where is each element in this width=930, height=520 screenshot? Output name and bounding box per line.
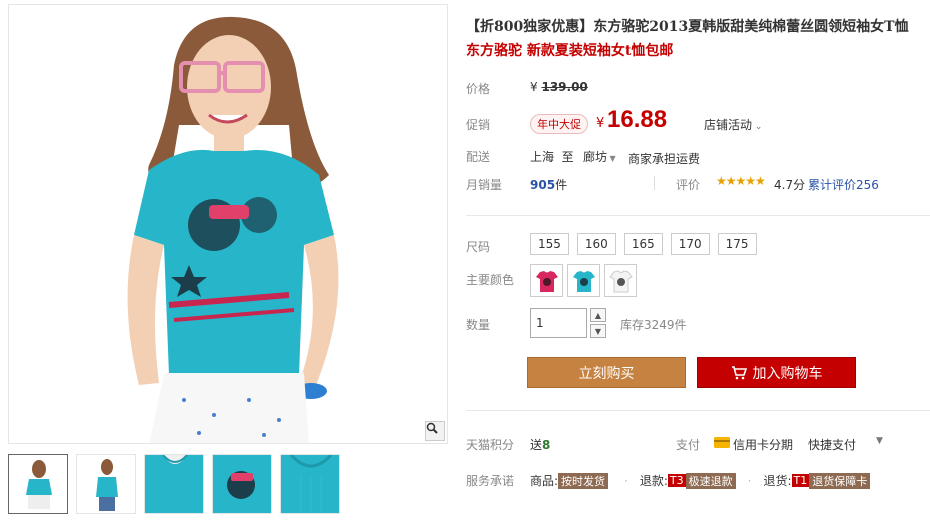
promo-badge: 年中大促 xyxy=(530,114,588,134)
color-option-white[interactable] xyxy=(604,264,637,297)
divider xyxy=(466,215,930,216)
thumbnail-3[interactable] xyxy=(144,454,204,514)
color-option-pink[interactable] xyxy=(530,264,563,297)
size-option[interactable]: 175 xyxy=(717,233,757,255)
image-gallery xyxy=(8,4,448,516)
color-label: 主要颜色 xyxy=(466,273,515,287)
points-value: 送8 xyxy=(530,436,550,453)
service-label: 服务承诺 xyxy=(466,474,515,488)
points-number: 8 xyxy=(542,438,551,452)
service-promises: 商品: 按时发货 · 退款: T3 极速退款 · 退货: T1 退货保障卡 xyxy=(530,472,871,489)
currency-symbol: ¥ xyxy=(530,80,538,94)
zoom-icon[interactable] xyxy=(425,421,445,441)
size-option[interactable]: 170 xyxy=(670,233,710,255)
size-options: 155 160 165 170 175 xyxy=(530,233,757,255)
shop-activity-dropdown[interactable]: 店铺活动 ⌄ xyxy=(704,116,762,133)
product-subtitle: 东方骆驼 新款夏装短袖女t恤包邮 xyxy=(466,43,674,59)
points-label: 天猫积分 xyxy=(466,438,515,452)
color-options xyxy=(530,264,637,297)
quantity-input[interactable] xyxy=(530,308,587,338)
model-illustration xyxy=(127,16,339,443)
product-info-panel: 【折800独家优惠】东方骆驼2013夏韩版甜美纯棉蕾丝圆领短袖女T恤 东方骆驼 … xyxy=(466,0,930,520)
return-guarantee-badge[interactable]: 退货保障卡 xyxy=(809,472,871,489)
rating-stars-icon: ★★★★★ xyxy=(716,174,766,188)
on-time-delivery-badge[interactable]: 按时发货 xyxy=(558,472,609,489)
return-code-badge: T1 xyxy=(791,474,810,487)
current-price-currency: ¥ xyxy=(596,116,605,131)
size-label: 尺码 xyxy=(466,240,491,254)
fast-refund-badge[interactable]: 极速退款 xyxy=(685,472,736,489)
monthly-sales-label: 月销量 xyxy=(466,178,503,192)
ship-from-city: 上海 xyxy=(530,150,555,164)
thumbnail-1[interactable] xyxy=(8,454,68,514)
monthly-sales: 905件 xyxy=(530,176,567,193)
promo-label: 促销 xyxy=(466,118,491,132)
credit-card-installment[interactable]: 信用卡分期 xyxy=(733,436,793,453)
separator-dot: · xyxy=(624,473,628,488)
current-price: 16.88 xyxy=(607,106,668,133)
product-title: 【折800独家优惠】东方骆驼2013夏韩版甜美纯棉蕾丝圆领短袖女T恤 xyxy=(466,19,909,35)
thumbnail-4[interactable] xyxy=(212,454,272,514)
credit-card-icon xyxy=(714,437,730,451)
thumbnail-2[interactable] xyxy=(76,454,136,514)
thumbnail-strip xyxy=(8,454,448,516)
review-count-link[interactable]: 累计评价256 xyxy=(808,176,879,193)
sales-count: 905 xyxy=(530,178,556,192)
color-option-blue[interactable] xyxy=(567,264,600,297)
chevron-down-icon: ⌄ xyxy=(752,122,763,132)
rating-score: 4.7分 xyxy=(774,178,806,192)
refund-code-badge: T3 xyxy=(667,474,686,487)
shipping-note: 商家承担运费 xyxy=(628,152,701,166)
shop-activity-label: 店铺活动 xyxy=(704,118,753,132)
shipping-label: 配送 xyxy=(466,150,491,164)
cart-icon xyxy=(731,365,747,379)
sales-unit: 件 xyxy=(555,178,568,192)
price-label: 价格 xyxy=(466,82,491,96)
quantity-increase-icon[interactable]: ▲ xyxy=(590,308,606,322)
size-option[interactable]: 165 xyxy=(623,233,663,255)
payment-label: 支付 xyxy=(676,438,701,452)
points-prefix: 送 xyxy=(530,438,543,452)
size-option[interactable]: 160 xyxy=(576,233,616,255)
add-to-cart-button[interactable]: 加入购物车 xyxy=(697,357,856,388)
ship-to-selector[interactable]: 廊坊 ▼ xyxy=(583,148,616,165)
buy-now-button[interactable]: 立刻购买 xyxy=(527,357,686,388)
divider xyxy=(654,176,655,190)
ship-to-word: 至 xyxy=(561,150,574,164)
original-price-value: 139.00 xyxy=(541,80,588,94)
quantity-decrease-icon[interactable]: ▼ xyxy=(590,324,606,338)
caret-down-icon[interactable]: ▼ xyxy=(876,436,883,446)
caret-down-icon: ▼ xyxy=(607,154,616,163)
separator-dot: · xyxy=(747,473,752,488)
size-option[interactable]: 155 xyxy=(530,233,569,255)
add-to-cart-label: 加入购物车 xyxy=(752,365,823,382)
main-product-image[interactable] xyxy=(8,4,448,444)
divider xyxy=(466,410,930,411)
goods-label: 商品: xyxy=(530,474,559,488)
review-label: 评价 xyxy=(676,178,701,192)
quantity-label: 数量 xyxy=(466,318,491,332)
quick-pay-link[interactable]: 快捷支付 xyxy=(808,436,856,453)
ship-from: 上海 至 xyxy=(530,148,574,165)
stock-count: 库存3249件 xyxy=(620,318,687,332)
ship-to-city: 廊坊 xyxy=(583,150,608,164)
return-label: 退货: xyxy=(763,474,792,488)
original-price: ¥ 139.00 xyxy=(530,80,588,94)
thumbnail-5[interactable] xyxy=(280,454,340,514)
refund-label: 退款: xyxy=(639,474,668,488)
